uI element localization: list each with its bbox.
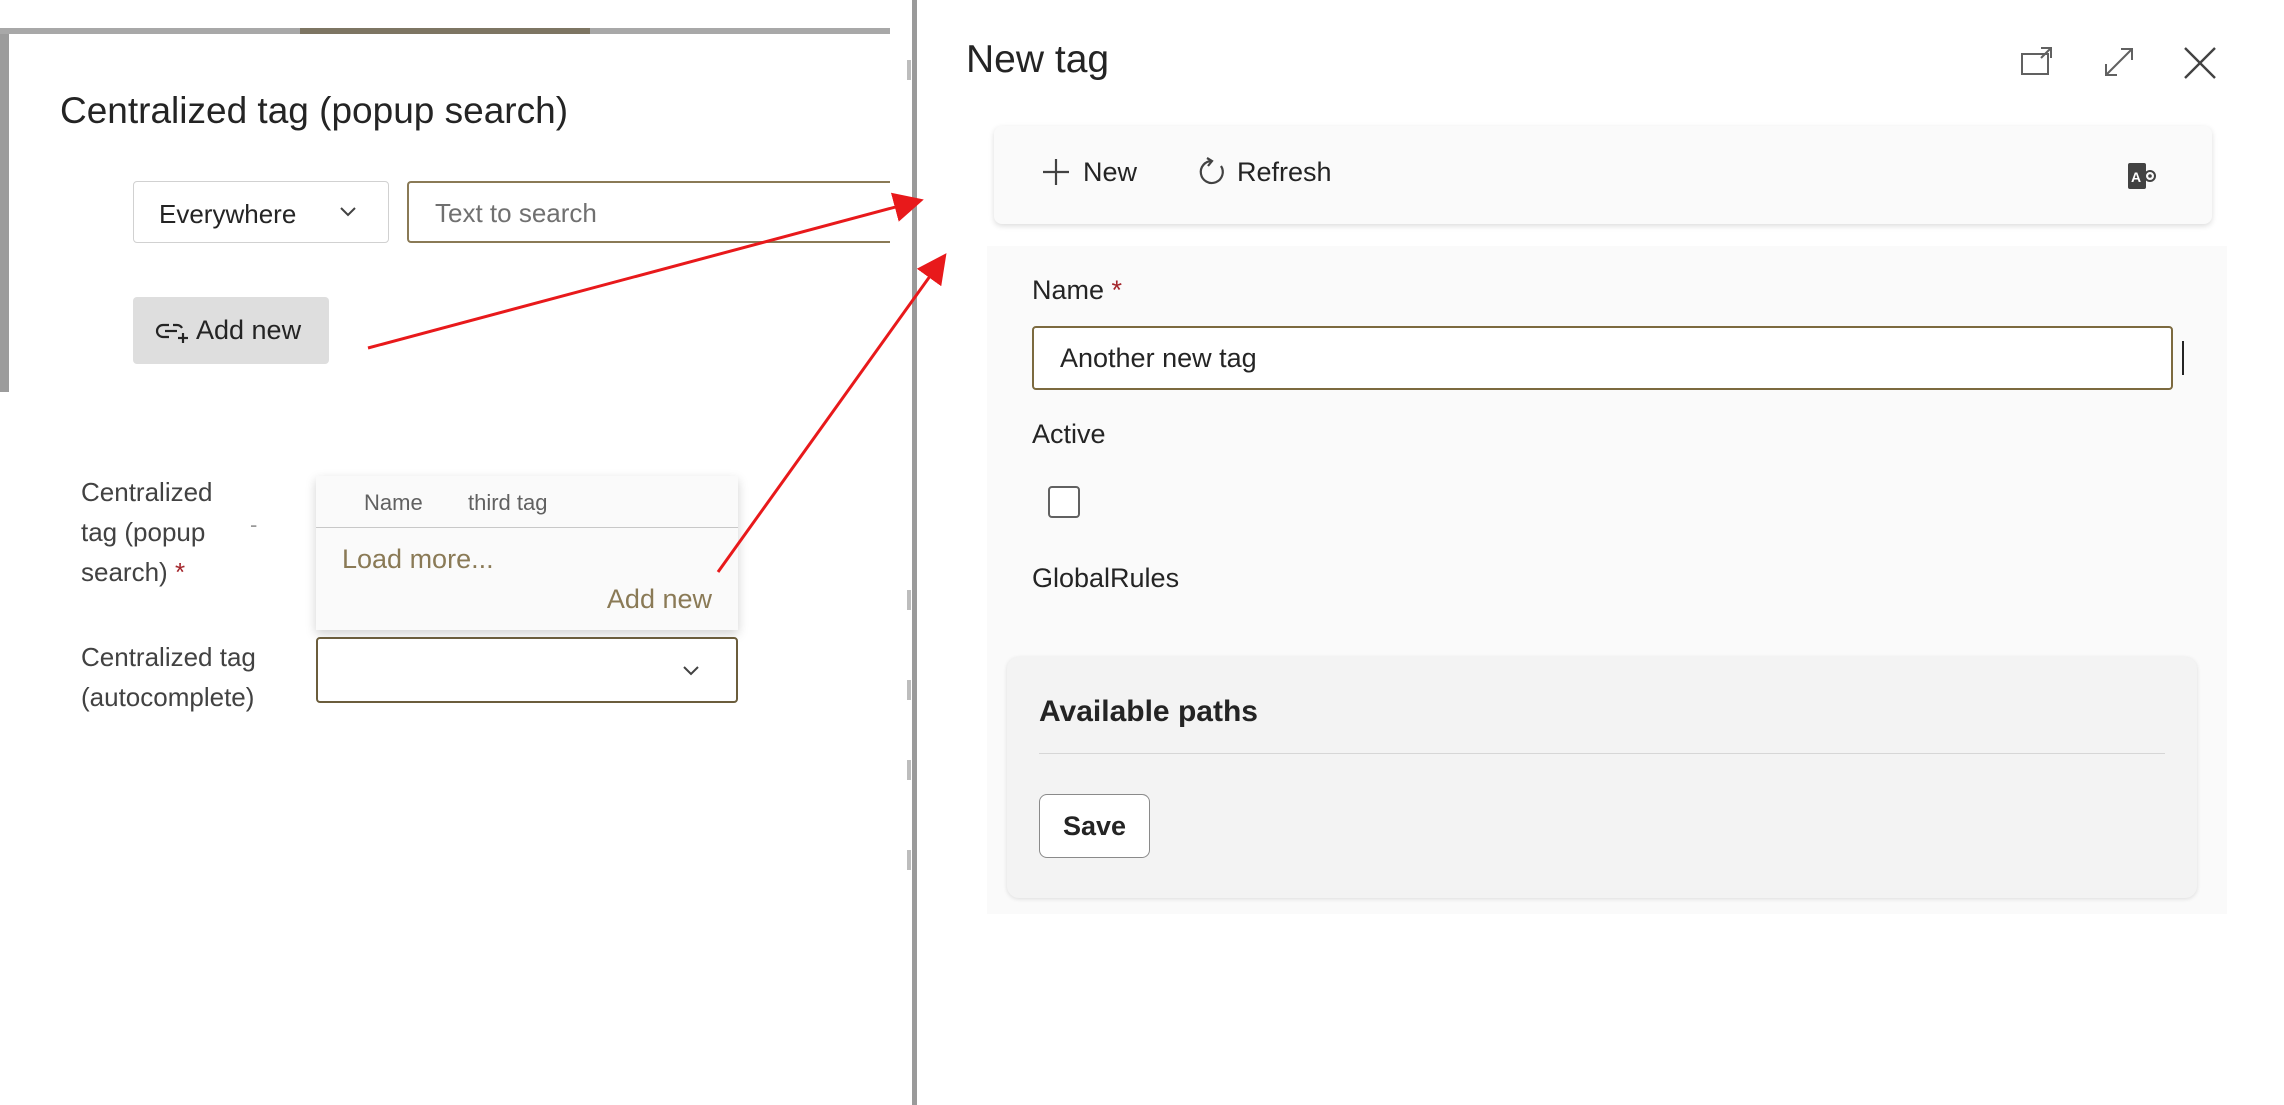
label-line: (autocomplete) [81, 682, 255, 712]
load-more-link[interactable]: Load more... [342, 544, 494, 575]
save-button[interactable]: Save [1039, 794, 1150, 858]
panel-title: New tag [966, 38, 1110, 81]
plus-icon [1043, 159, 1069, 185]
column-header-value: third tag [468, 490, 548, 515]
link-add-icon [155, 323, 188, 343]
label-line: Centralized tag [81, 642, 256, 672]
scope-select[interactable]: Everywhere [133, 181, 389, 243]
refresh-icon [1199, 157, 1224, 185]
background-form: Centralized tag (popup search) Everywher… [0, 0, 918, 1105]
scope-select-value: Everywhere [159, 199, 297, 229]
expand-icon[interactable] [2101, 44, 2137, 80]
name-input-box[interactable] [1032, 326, 2173, 390]
card-divider [1039, 753, 2165, 754]
search-results-dropdown: Name third tag Load more... Add new [316, 476, 738, 630]
required-marker: * [174, 557, 186, 587]
name-field-label: Name * [1032, 275, 1122, 306]
autocomplete-field-label: Centralized tag (autocomplete) [81, 637, 256, 717]
text-caret [2182, 341, 2184, 375]
label-line: search) [81, 557, 168, 587]
dropdown-divider [316, 527, 738, 528]
search-input-box[interactable] [407, 181, 890, 243]
chevron-down-icon [683, 666, 699, 676]
open-in-new-window-icon[interactable] [2019, 44, 2055, 80]
close-icon[interactable] [2181, 44, 2219, 82]
dropdown-add-new-link[interactable]: Add new [607, 584, 712, 615]
dialog-shadow-edge [0, 34, 9, 392]
edge-mark [907, 760, 911, 780]
label-line: Centralized [81, 477, 213, 507]
available-paths-title: Available paths [1039, 695, 1258, 728]
search-input[interactable] [433, 197, 877, 230]
chevron-down-icon [340, 207, 356, 217]
command-bar: New Refresh A [994, 126, 2212, 224]
available-paths-card: Available paths Save [1007, 657, 2197, 898]
autocomplete-select[interactable] [316, 637, 738, 703]
svg-text:A: A [2131, 169, 2141, 185]
add-new-button[interactable]: Add new [133, 297, 329, 364]
add-new-button-label: Add new [196, 315, 302, 345]
office-settings-icon[interactable]: A [2126, 160, 2158, 192]
dialog-title: Centralized tag (popup search) [60, 90, 569, 131]
refresh-button[interactable]: Refresh [1197, 156, 1347, 192]
empty-value-dash: - [250, 512, 258, 537]
active-field-label: Active [1032, 419, 1106, 449]
global-rules-label: GlobalRules [1032, 563, 1180, 593]
required-marker: * [1111, 275, 1123, 305]
new-button-label: New [1083, 157, 1138, 187]
edge-mark [907, 590, 911, 610]
refresh-button-label: Refresh [1237, 157, 1332, 187]
name-label-text: Name [1032, 275, 1105, 305]
edge-mark [907, 680, 911, 700]
label-line: tag (popup [81, 517, 206, 547]
popup-search-field-label: Centralized tag (popup search) * [81, 472, 213, 592]
new-button[interactable]: New [1041, 156, 1151, 192]
name-input[interactable] [1058, 342, 2142, 375]
edge-mark [907, 60, 911, 80]
edge-mark [907, 850, 911, 870]
new-tag-panel: New tag New Refresh A Name * Another new… [917, 0, 2284, 1105]
active-checkbox[interactable] [1048, 486, 1080, 518]
column-header-name: Name [364, 490, 423, 515]
